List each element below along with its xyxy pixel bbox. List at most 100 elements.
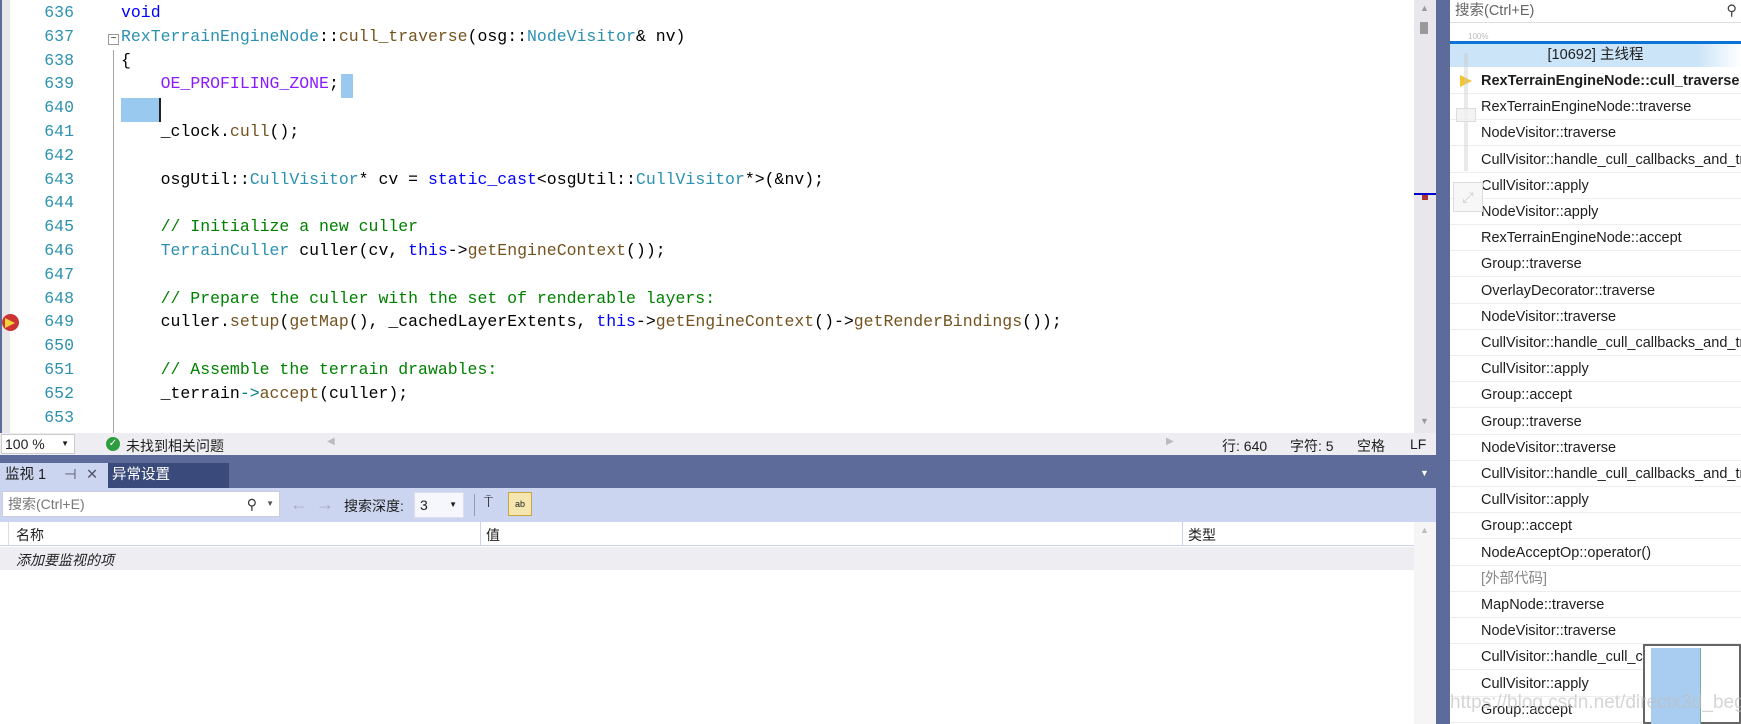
line-indicator[interactable]: 行: 640 (1222, 436, 1267, 456)
editor-vertical-scrollbar[interactable]: ▲ ▼ (1414, 0, 1436, 433)
chevron-down-icon[interactable]: ▼ (266, 492, 274, 516)
column-type[interactable]: 类型 (1188, 525, 1216, 545)
line-number: 645 (44, 217, 74, 237)
zoom-value: 100 % (5, 436, 45, 452)
code-line[interactable]: // Assemble the terrain drawables: (121, 360, 498, 379)
code-line[interactable]: { (121, 51, 131, 70)
scroll-left-icon[interactable]: ◀ (327, 436, 335, 447)
whitespace-indicator[interactable]: 空格 (1357, 436, 1385, 456)
call-stack-frame[interactable]: CullVisitor::handle_cull_callbacks_and_t… (1450, 147, 1741, 173)
call-stack-frame[interactable]: NodeVisitor::traverse (1450, 435, 1741, 461)
pin-filter-icon[interactable]: ⍑ (484, 494, 493, 511)
thread-header[interactable]: [10692] 主线程 (1450, 44, 1741, 67)
scroll-right-icon[interactable]: ▶ (1166, 436, 1174, 447)
code-line[interactable]: osgUtil::CullVisitor* cv = static_cast<o… (121, 170, 824, 189)
search-placeholder: 搜索(Ctrl+E) (1455, 3, 1535, 19)
char-indicator[interactable]: 字符: 5 (1290, 436, 1334, 456)
call-stack-frame[interactable]: MapNode::traverse (1450, 592, 1741, 618)
line-ending-indicator[interactable]: LF (1410, 436, 1426, 452)
code-line[interactable]: _terrain->accept(culler); (121, 383, 409, 403)
watch-vertical-scrollbar[interactable]: ▲ (1414, 522, 1436, 724)
collapse-toggle[interactable]: − (108, 34, 119, 45)
watch-search-input[interactable]: 搜索(Ctrl+E) ⚲ ▼ (2, 491, 280, 517)
call-stack-frame[interactable]: [外部代码] (1450, 566, 1741, 592)
watermark: https://blog.csdn.net/directx3d_beginner (1450, 692, 1741, 713)
frame-label: Group::traverse (1481, 413, 1582, 430)
search-icon[interactable]: ⚲ (1726, 0, 1737, 22)
line-number: 642 (44, 145, 74, 165)
code-editor[interactable]: − 636 void 637 RexTerrainEngineNode::cull_t… (0, 0, 1414, 433)
code-token: -> (635, 312, 656, 332)
zoom-dropdown[interactable]: 100 % ▼ (1, 434, 75, 454)
call-stack-frame[interactable]: CullVisitor::apply (1450, 173, 1741, 199)
frame-label: RexTerrainEngineNode::cull_traverse (1481, 73, 1740, 89)
code-token: ; (328, 74, 339, 94)
column-name[interactable]: 名称 (16, 525, 44, 545)
code-line[interactable]: // Initialize a new culler (121, 217, 418, 236)
call-stack-frame[interactable]: RexTerrainEngineNode::accept (1450, 225, 1741, 252)
zoom-slider-label: 100% (1468, 32, 1489, 41)
call-stack-frame[interactable]: Group::traverse (1450, 409, 1741, 435)
code-line[interactable]: RexTerrainEngineNode::cull_traverse(osg:… (121, 27, 685, 46)
search-icon[interactable]: ⚲ (247, 492, 257, 516)
code-token: NodeVisitor (527, 26, 636, 46)
call-stack-frame[interactable]: Group::traverse (1450, 251, 1741, 278)
issues-status[interactable]: 未找到相关问题 (126, 436, 224, 456)
tab-exception-settings[interactable]: 异常设置 (108, 463, 229, 488)
call-stack-frame[interactable]: Group::accept (1450, 382, 1741, 409)
fit-view-icon[interactable]: ⤢ (1453, 182, 1483, 212)
code-token: culler(cv, (289, 241, 409, 260)
forward-arrow-icon[interactable]: → (316, 494, 334, 515)
code-token: // Assemble the terrain drawables: (121, 360, 498, 379)
call-stack-frame[interactable]: Group::accept (1450, 513, 1741, 540)
tab-watch-1[interactable]: 监视 1 ⊣ ✕ (0, 463, 108, 488)
call-stack-frame[interactable]: CullVisitor::apply (1450, 356, 1741, 383)
call-stack-frame[interactable]: CullVisitor::handle_cull_callbacks_and_t… (1450, 330, 1741, 356)
call-stack-frame[interactable]: CullVisitor::apply (1450, 487, 1741, 514)
zoom-slider-thumb[interactable] (1456, 108, 1476, 122)
chevron-down-icon: ▼ (61, 439, 69, 448)
code-token: getEngineContext (467, 241, 627, 260)
breakpoint-gutter[interactable] (0, 0, 10, 433)
call-stack-frame[interactable]: OverlayDecorator::traverse (1450, 278, 1741, 304)
call-stack-frame[interactable]: NodeVisitor::traverse (1450, 120, 1741, 147)
close-icon[interactable]: ✕ (86, 463, 98, 487)
code-line[interactable]: TerrainCuller culler(cv, this->getEngine… (121, 241, 666, 260)
tool-window-tabs: 监视 1 ⊣ ✕ 异常设置 ▼ (0, 455, 1436, 488)
tab-overflow-icon[interactable]: ▼ (1420, 468, 1429, 478)
hex-display-toggle-icon[interactable]: ab (508, 492, 532, 516)
code-line[interactable]: _clock.cull(); (121, 122, 300, 141)
column-value[interactable]: 值 (486, 525, 500, 545)
code-token: setup (229, 312, 280, 332)
call-stack-frame[interactable]: NodeVisitor::traverse (1450, 304, 1741, 330)
tab-label: 监视 1 (5, 467, 47, 483)
code-line[interactable]: // Prepare the culler with the set of re… (121, 289, 716, 308)
frame-label: NodeVisitor::traverse (1481, 439, 1617, 456)
code-token: osgUtil:: (121, 169, 250, 189)
code-token: this (408, 241, 448, 260)
call-stack-frame[interactable]: CullVisitor::handle_cull_callbacks_and_t… (1450, 461, 1741, 487)
code-token: ()); (1022, 312, 1062, 332)
breakpoint-marker (1422, 195, 1428, 200)
scroll-thumb[interactable] (1420, 22, 1428, 34)
call-stack-frame[interactable]: RexTerrainEngineNode::traverse (1450, 94, 1741, 121)
editor-status-bar: 100 % ▼ ✓ 未找到相关问题 ◀ ▶ 行: 640 字符: 5 空格 LF (0, 433, 1436, 455)
call-stack-frame[interactable]: RexTerrainEngineNode::cull_traverse (1450, 68, 1741, 94)
call-stack-frame[interactable]: NodeAcceptOp::operator() (1450, 540, 1741, 566)
code-line[interactable]: OE_PROFILING_ZONE; (121, 74, 339, 93)
search-depth-dropdown[interactable]: 3 ▼ (414, 492, 464, 518)
callstack-search-input[interactable]: 搜索(Ctrl+E) ⚲ (1450, 0, 1741, 23)
call-stack-frame[interactable]: NodeVisitor::traverse (1450, 618, 1741, 645)
call-stack-frame[interactable]: NodeVisitor::apply (1450, 199, 1741, 225)
code-line[interactable]: culler.setup(getMap(), _cachedLayerExten… (121, 312, 1062, 331)
add-watch-item-row[interactable]: 添加要监视的项 (0, 547, 1414, 570)
frame-label: NodeVisitor::traverse (1481, 308, 1617, 325)
panel-splitter[interactable] (1436, 0, 1450, 724)
tab-label: 异常设置 (112, 467, 170, 483)
pin-icon[interactable]: ⊣ (64, 463, 77, 487)
code-line[interactable]: void (121, 3, 161, 22)
watch-toolbar: 搜索(Ctrl+E) ⚲ ▼ ← → 搜索深度: 3 ▼ ⍑ ab (0, 488, 1436, 522)
back-arrow-icon[interactable]: ← (290, 494, 308, 515)
code-token: accept (259, 383, 320, 403)
